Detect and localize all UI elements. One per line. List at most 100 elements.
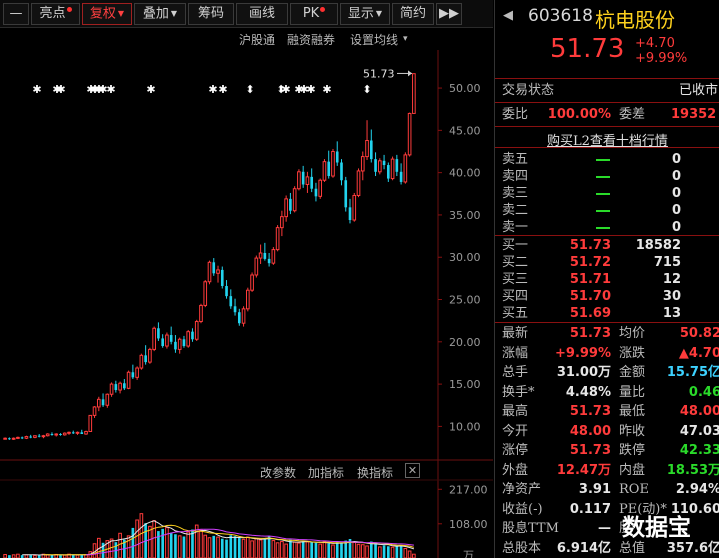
volume-bar-down	[157, 531, 160, 558]
arrow-head-icon	[408, 70, 412, 77]
candle-body-up	[96, 398, 101, 408]
toolbar-button-label: 筹码	[197, 6, 224, 21]
volume-bar-up	[275, 542, 280, 558]
toolbar-button-label: 亮点	[39, 6, 66, 21]
volume-tick-label: 万	[463, 549, 474, 558]
volume-bar-up	[216, 536, 220, 558]
add-indicator-button[interactable]: 加指标	[308, 464, 344, 481]
kline-chart[interactable]: 50.00 45.00 40.00 35.00 30.00 25.00 20.00 15.00…	[0, 28, 493, 558]
draw-line-button[interactable]: 画线	[236, 3, 288, 25]
toolbar-button-label: —	[9, 6, 23, 21]
stat-value: 0.117	[569, 501, 611, 517]
candle-body-down	[131, 372, 135, 378]
volume-bar-up	[186, 531, 191, 558]
stat-value: 6.914亿	[556, 540, 611, 556]
candle-body-down	[169, 335, 173, 342]
candle-body-up	[412, 73, 416, 114]
toolbar-button-label: 叠加	[142, 6, 169, 22]
candle-body-down	[289, 198, 292, 211]
candle-body-up	[88, 414, 93, 432]
candle-body-up	[407, 112, 412, 156]
chevron-down-icon[interactable]: ▾	[403, 34, 408, 44]
candle-body-down	[174, 341, 177, 350]
price-tick-label: 30.00	[449, 251, 481, 264]
stat-value: 12.47万	[556, 462, 611, 478]
candle-body-down	[233, 306, 237, 313]
volume-bar-up	[280, 541, 284, 558]
overlay-button[interactable]: 叠加 ▼	[134, 3, 186, 25]
stat-row: 最高 51.73 最低 48.00	[495, 402, 719, 421]
stat-value: 50.82	[679, 326, 719, 341]
volume-bar-down	[212, 535, 216, 558]
minimize-button[interactable]: —	[3, 3, 29, 25]
price-tick-label: 35.00	[449, 209, 481, 222]
candle-body-up	[241, 308, 246, 324]
candle-body-down	[301, 171, 305, 185]
stat-label: 最高	[502, 404, 529, 419]
highlight-button[interactable]: 亮点	[31, 3, 80, 25]
candle-body-up	[318, 179, 323, 197]
candle-body-down	[369, 140, 373, 160]
caret-down-icon: ▼	[375, 9, 383, 18]
volume-bar-down	[387, 546, 390, 558]
stat-value: +9.99%	[555, 345, 611, 361]
chart-toolbar: — 亮点 复权 ▼ 叠加 ▼ 筹码 画线 PK 显示 ▼ 简约 ▶▶	[0, 0, 493, 28]
weibi-value: 100.00%	[547, 107, 611, 122]
stock-change: +4.70 +9.99%	[635, 36, 687, 66]
last-price-label: 51.73	[363, 67, 395, 80]
stat-label: 涨幅	[502, 345, 529, 361]
weibi-label: 委比	[502, 107, 529, 122]
event-marker-icon: ✱	[146, 83, 155, 96]
candle-body-up	[297, 171, 301, 190]
event-marker-icon: ✱	[106, 83, 115, 96]
divider	[495, 78, 719, 79]
chips-button[interactable]: 筹码	[188, 3, 234, 25]
candle-body-up	[258, 252, 263, 259]
modify-params-button[interactable]: 改参数	[260, 464, 296, 481]
stat-value: 2.94%	[675, 482, 719, 497]
volume-tick-label: 108.00	[449, 518, 488, 531]
candle-body-up	[92, 406, 97, 416]
stat-value: 18.53万	[666, 462, 719, 478]
restore-rights-button[interactable]: 复权 ▼	[82, 3, 132, 25]
volume-bar-down	[233, 536, 237, 558]
ma-setting-button[interactable]: 设置均线	[350, 31, 398, 48]
change-percent: +9.99%	[635, 51, 688, 66]
event-marker-icon: ✱	[56, 83, 65, 96]
margin-toggle[interactable]: 融资融券	[287, 31, 335, 48]
stock-name: 杭电股份	[595, 8, 675, 32]
stock-header: ◀ 603618 杭电股份 51.73 +4.70 +9.99%	[495, 0, 719, 76]
hgt-toggle[interactable]: 沪股通	[239, 31, 275, 48]
toolbar-button-label: 复权	[89, 6, 116, 22]
candle-body-down	[144, 355, 147, 363]
candle-body-up	[186, 331, 191, 347]
candle-body-up	[41, 435, 46, 438]
next-icon[interactable]: ▶▶	[436, 3, 462, 25]
volume-bar-up	[377, 546, 382, 558]
candle-body-up	[118, 382, 122, 391]
candle-body-down	[71, 432, 75, 434]
candle-body-up	[45, 433, 50, 437]
candle-body-up	[284, 198, 288, 218]
candle-body-down	[344, 180, 348, 208]
volume-bar-down	[161, 528, 164, 558]
candle-body-down	[37, 435, 41, 437]
candle-body-down	[80, 432, 84, 435]
display-button[interactable]: 显示 ▼	[340, 3, 390, 25]
weibi-row: 委比 100.00% 委差 19352	[495, 105, 719, 124]
simple-button[interactable]: 简约	[392, 3, 434, 25]
volume-bar-up	[245, 536, 250, 558]
volume-bar-up	[390, 546, 395, 558]
candle-body-up	[305, 176, 310, 185]
prev-stock-icon[interactable]: ◀	[503, 8, 513, 23]
pk-button[interactable]: PK	[290, 3, 338, 25]
candle-body-down	[314, 188, 318, 197]
toolbar-button-label: PK	[302, 6, 320, 21]
swap-indicator-button[interactable]: 换指标	[357, 464, 393, 481]
close-icon[interactable]: ✕	[405, 463, 420, 478]
candle-body-up	[390, 158, 395, 180]
candle-body-down	[348, 207, 352, 221]
price-tick-label: 25.00	[449, 294, 481, 307]
volume-bar-up	[16, 553, 20, 558]
volume-ma-line	[43, 524, 415, 556]
